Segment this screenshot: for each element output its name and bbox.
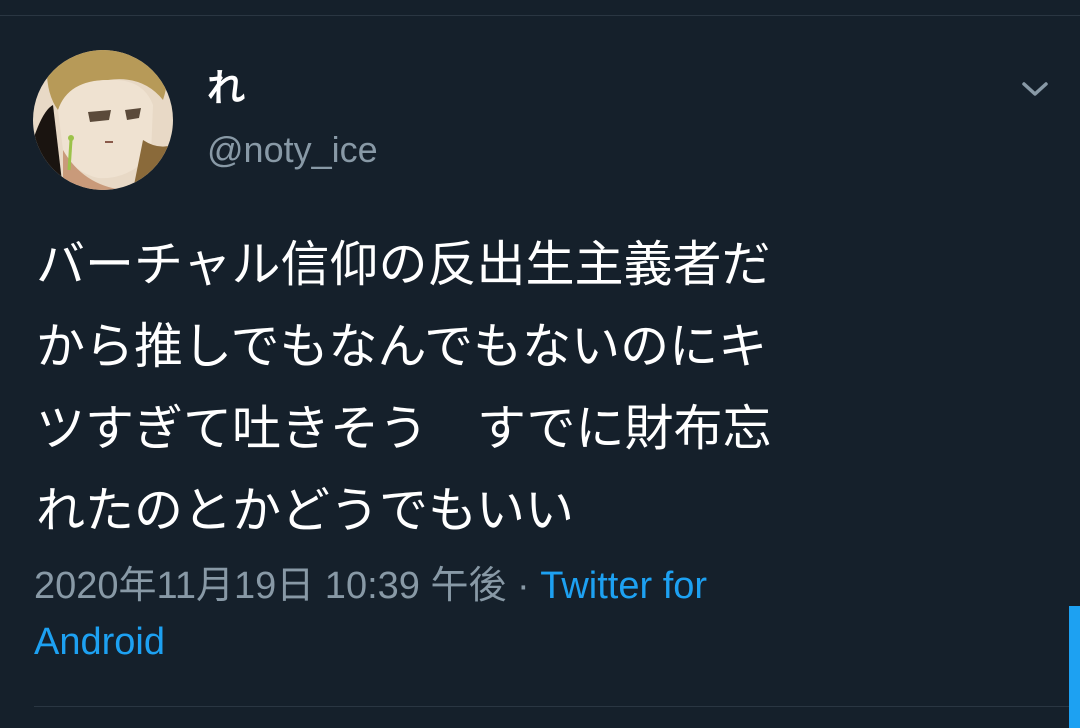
top-divider [0, 0, 1080, 16]
tweet-text-line: バーチャル信仰の反出生主義者だ [36, 236, 771, 293]
source-link-continued[interactable]: Android [34, 621, 165, 663]
tweet-text-line: から推しでもなんでもないのにキ [36, 318, 768, 375]
bottom-divider [34, 706, 1080, 707]
chevron-down-icon[interactable] [1016, 76, 1054, 102]
tweet-meta: 2020年11月19日 10:39 午後 · Twitter for Andro… [34, 558, 1034, 670]
username[interactable]: @noty_ice [207, 126, 378, 174]
scrollbar[interactable] [1069, 606, 1080, 728]
tweet-text-line: れたのとかどうでもいい [36, 482, 575, 539]
timestamp[interactable]: 2020年11月19日 10:39 午後 [34, 565, 506, 607]
source-link[interactable]: Twitter for [540, 565, 707, 607]
anime-avatar-icon [33, 50, 173, 190]
separator: · [517, 565, 530, 607]
avatar[interactable] [33, 50, 173, 190]
tweet-text: バーチャル信仰の反出生主義者だ から推しでもなんでもないのにキ ツすぎて吐きそう… [36, 224, 1036, 552]
tweet-text-line: ツすぎて吐きそう すでに財布忘 [36, 400, 772, 457]
display-name[interactable]: れ [207, 62, 245, 114]
